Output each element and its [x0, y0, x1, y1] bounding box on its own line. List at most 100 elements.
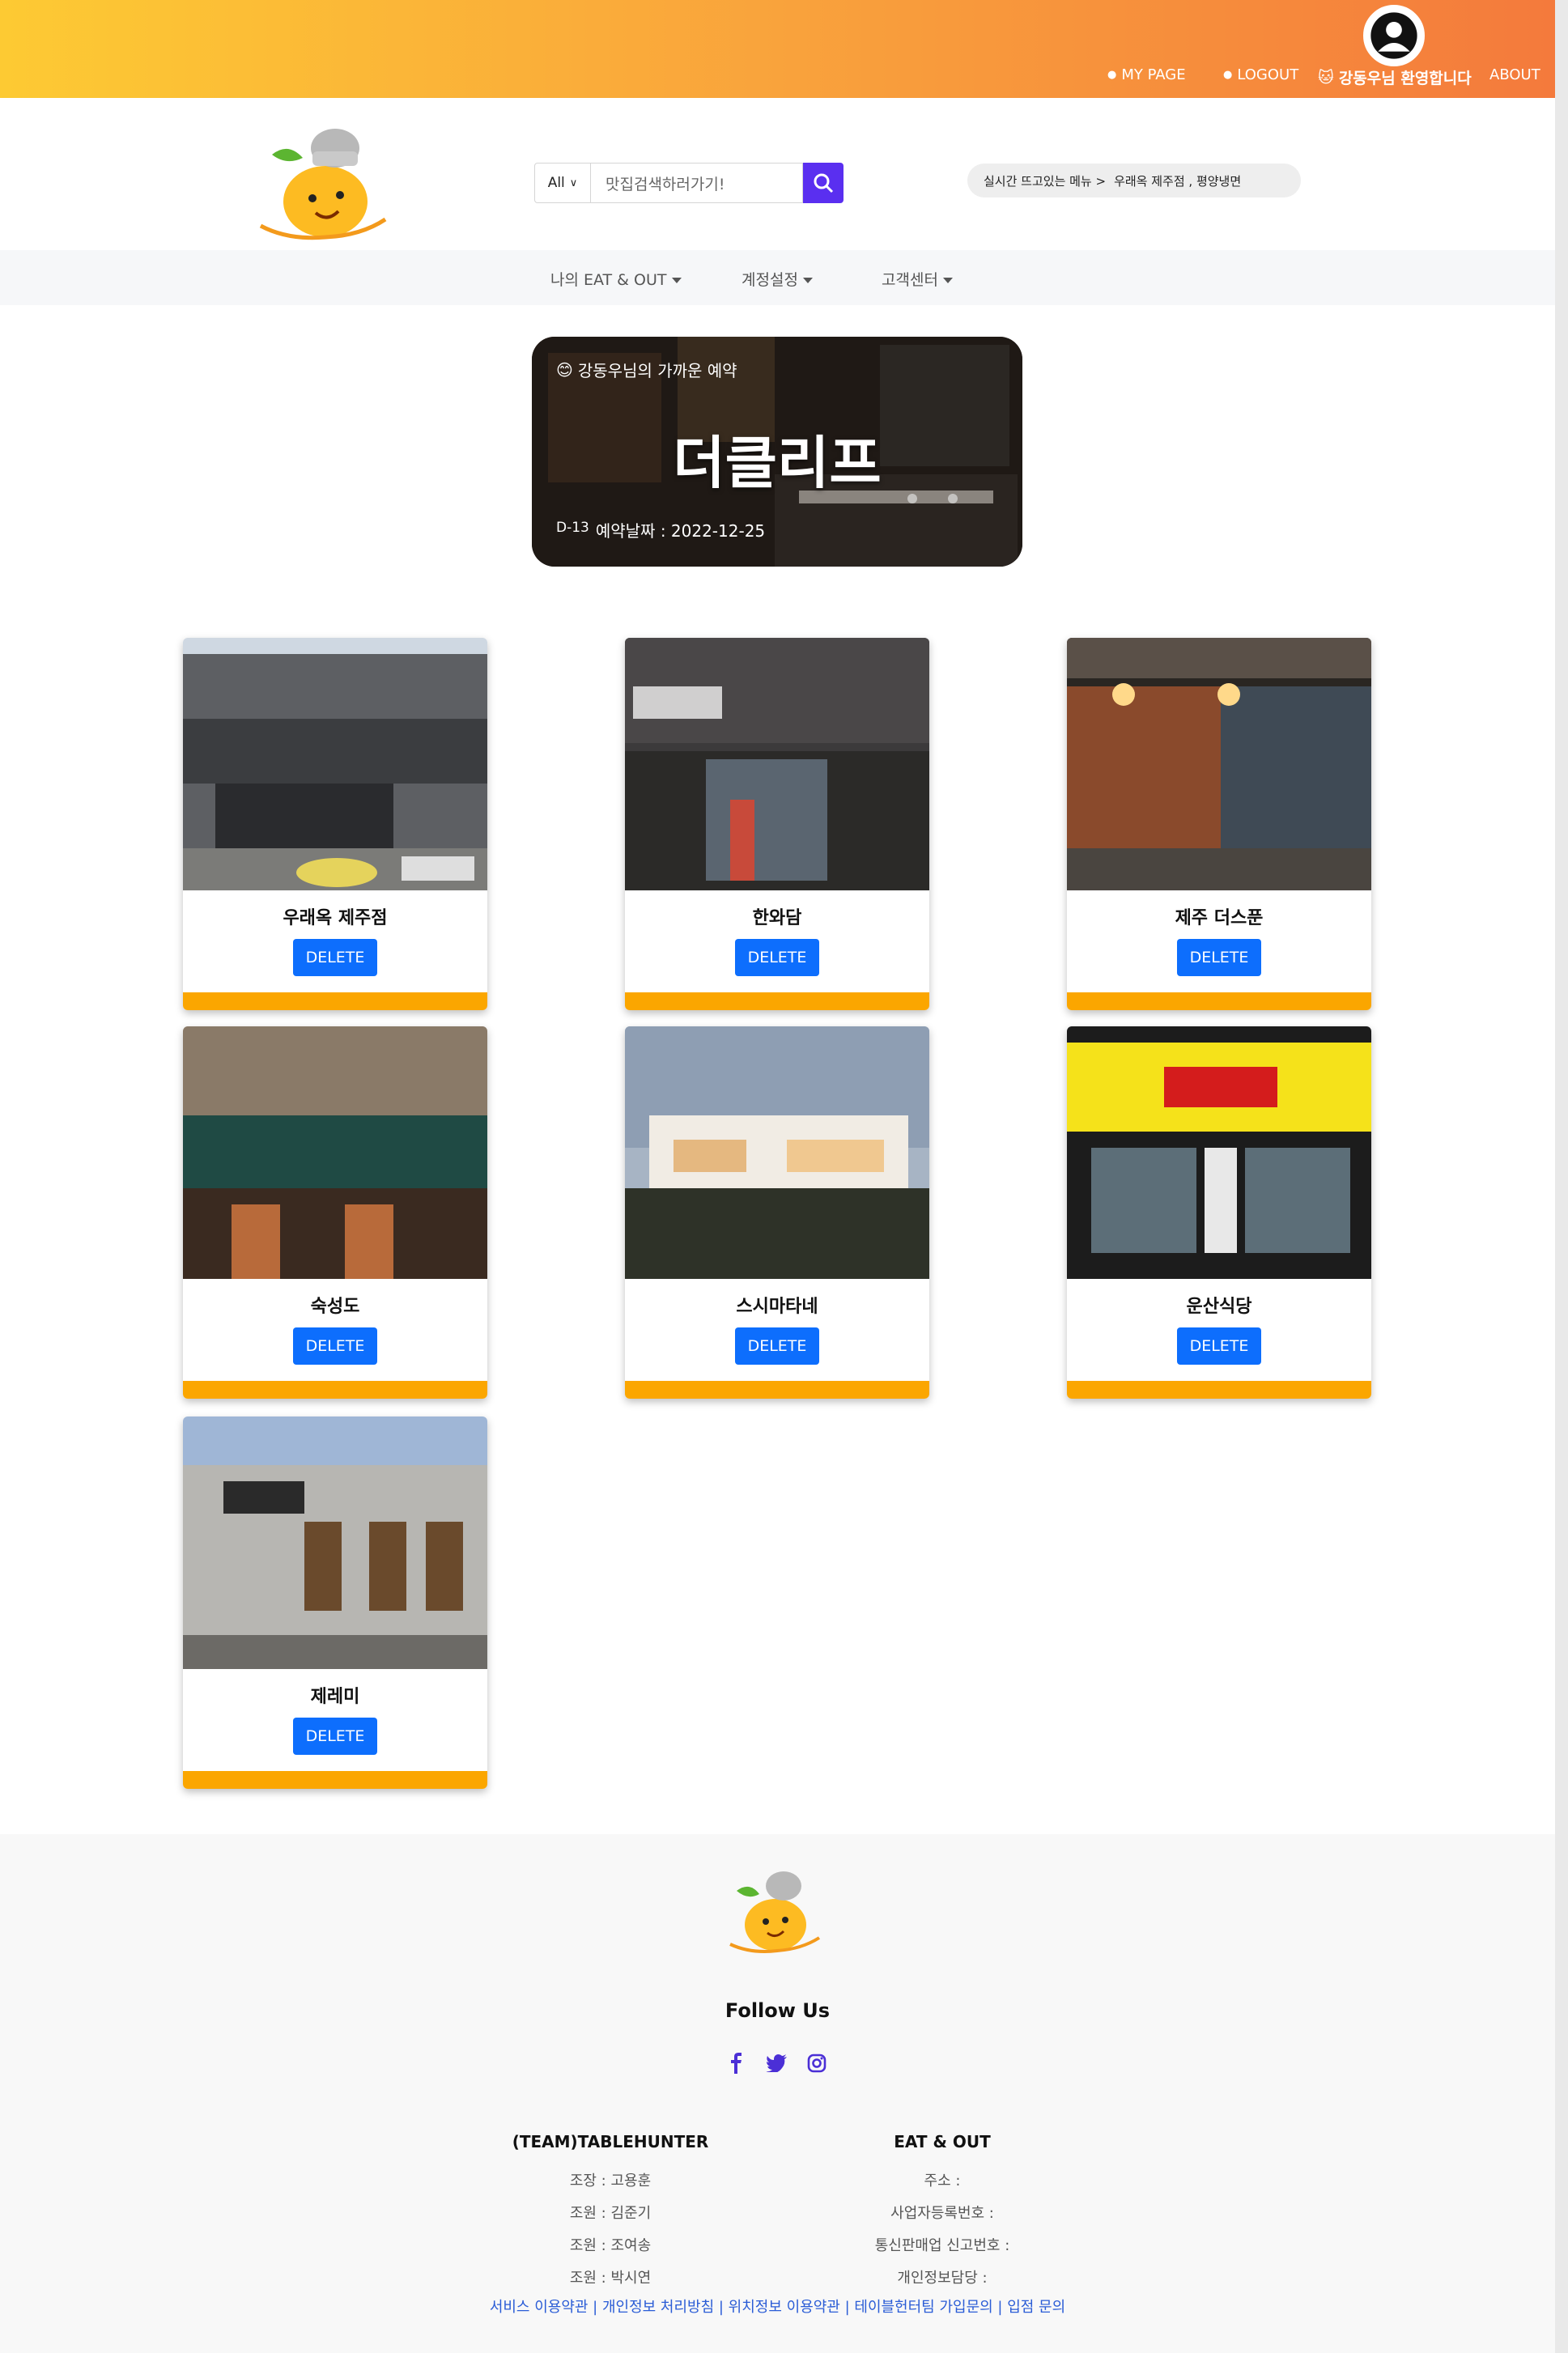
- search-category-select[interactable]: All ∨: [534, 163, 591, 203]
- restaurant-name: 스시마타네: [736, 1297, 818, 1317]
- caret-down-icon: [802, 278, 813, 283]
- delete-button[interactable]: DELETE: [293, 939, 377, 976]
- top-bar: ● MY PAGE ● LOGOUT 🐱 강동우님 환영합니다 ABOUT: [0, 0, 1555, 98]
- page-scrollbar[interactable]: [1555, 0, 1568, 2353]
- restaurant-card: 한와담 DELETE: [625, 638, 929, 1010]
- delete-button[interactable]: DELETE: [735, 939, 819, 976]
- nav-my-eat-and-out[interactable]: 나의 EAT & OUT: [550, 268, 682, 290]
- reservation-date: 예약날짜 : 2022-12-25: [595, 521, 766, 541]
- chevron-down-icon: ∨: [569, 176, 578, 189]
- header: All ∨ 맛집검색하러가기! 실시간 뜨고있는 메뉴 > 우래옥 제주점 , …: [0, 98, 1555, 250]
- footer-logo[interactable]: [727, 1867, 824, 1954]
- welcome-label: 강동우님 환영합니다: [1338, 70, 1472, 87]
- restaurant-card: 스시마타네 DELETE: [625, 1026, 929, 1399]
- delete-button[interactable]: DELETE: [293, 1327, 377, 1365]
- restaurant-card: 숙성도 DELETE: [183, 1026, 487, 1399]
- nav-customer-center-label: 고객센터: [882, 271, 938, 289]
- company-info-line: 주소 :: [924, 2172, 961, 2189]
- restaurant-name: 운산식당: [1186, 1297, 1252, 1317]
- team-member: 조원 : 김준기: [569, 2205, 652, 2222]
- restaurant-card: 제주 더스푼 DELETE: [1067, 638, 1371, 1010]
- realtime-label: 실시간 뜨고있는 메뉴 >: [984, 173, 1107, 189]
- banner-title: 더클리프: [673, 430, 882, 496]
- restaurant-photo: [1067, 638, 1371, 890]
- twitter-icon[interactable]: [766, 2053, 787, 2074]
- company-info-line: 사업자등록번호 :: [890, 2205, 994, 2222]
- team-info-column: (TEAM)TABLEHUNTER 조장 : 고용훈 조원 : 김준기 조원 :…: [489, 2132, 732, 2299]
- user-silhouette-icon: [1366, 8, 1421, 63]
- restaurant-name: 숙성도: [310, 1297, 360, 1317]
- user-avatar[interactable]: [1363, 5, 1425, 66]
- nav-customer-center[interactable]: 고객센터: [882, 268, 953, 290]
- restaurant-name: 한와담: [752, 908, 802, 928]
- restaurant-card: 제레미 DELETE: [183, 1416, 487, 1789]
- orange-mascot-icon: [729, 1871, 821, 1953]
- restaurant-photo: [183, 1416, 487, 1669]
- card-accent-bar: [183, 1381, 487, 1399]
- restaurant-photo: [1067, 1026, 1371, 1279]
- realtime-value: 우래옥 제주점 , 평양냉면: [1114, 173, 1242, 189]
- company-info-line: 통신판매업 신고번호 :: [874, 2237, 1010, 2254]
- delete-button[interactable]: DELETE: [1177, 939, 1261, 976]
- restaurant-card: 운산식당 DELETE: [1067, 1026, 1371, 1399]
- company-info-column: EAT & OUT 주소 : 사업자등록번호 : 통신판매업 신고번호 : 개인…: [821, 2132, 1064, 2299]
- footer-policy-links[interactable]: 서비스 이용약관 | 개인정보 처리방침 | 위치정보 이용약관 | 테이블헌터…: [0, 2296, 1555, 2317]
- banner-subtitle-text: 강동우님의 가까운 예약: [577, 361, 737, 380]
- eat-and-out-logo[interactable]: [256, 119, 393, 240]
- search-bar: All ∨ 맛집검색하러가기!: [534, 163, 843, 205]
- orange-mascot-icon: [259, 129, 387, 240]
- cat-emoji-icon: 🐱: [1318, 68, 1334, 87]
- sub-navigation: 나의 EAT & OUT 계정설정 고객센터: [0, 250, 1555, 305]
- about-link[interactable]: ABOUT: [1489, 66, 1540, 83]
- my-page-link[interactable]: ● MY PAGE: [1107, 66, 1186, 83]
- team-title: (TEAM)TABLEHUNTER: [512, 2132, 709, 2151]
- about-label: ABOUT: [1489, 66, 1540, 83]
- facebook-icon[interactable]: [725, 2053, 746, 2074]
- card-accent-bar: [625, 1381, 929, 1399]
- restaurant-photo: [183, 638, 487, 890]
- search-category-value: All: [547, 175, 565, 191]
- delete-button[interactable]: DELETE: [293, 1718, 377, 1755]
- nav-my-eat-and-out-label: 나의 EAT & OUT: [550, 271, 667, 289]
- restaurant-name: 우래옥 제주점: [283, 908, 388, 928]
- caret-down-icon: [942, 278, 953, 283]
- instagram-icon[interactable]: [806, 2053, 827, 2074]
- restaurant-card: 우래옥 제주점 DELETE: [183, 638, 487, 1010]
- social-links: [725, 2053, 827, 2074]
- realtime-trending[interactable]: 실시간 뜨고있는 메뉴 > 우래옥 제주점 , 평양냉면: [967, 164, 1301, 197]
- banner-reservation-info: D-13 예약날짜 : 2022-12-25: [556, 518, 765, 542]
- delete-button[interactable]: DELETE: [735, 1327, 819, 1365]
- search-placeholder: 맛집검색하러가기!: [606, 175, 725, 193]
- search-icon: [814, 173, 834, 193]
- card-accent-bar: [1067, 992, 1371, 1010]
- team-member: 조장 : 고용훈: [569, 2172, 652, 2189]
- company-info-line: 개인정보담당 :: [897, 2270, 988, 2287]
- search-button[interactable]: [803, 163, 843, 203]
- person-icon: ●: [1107, 69, 1117, 81]
- logout-label: LOGOUT: [1237, 66, 1299, 83]
- team-member: 조원 : 조여송: [569, 2237, 652, 2254]
- restaurant-photo: [625, 1026, 929, 1279]
- nav-account-settings-label: 계정설정: [742, 271, 798, 289]
- restaurant-photo: [183, 1026, 487, 1279]
- restaurant-name: 제주 더스푼: [1175, 908, 1264, 928]
- card-accent-bar: [625, 992, 929, 1010]
- person-icon: ●: [1223, 69, 1233, 81]
- restaurant-name: 제레미: [310, 1687, 360, 1707]
- company-title: EAT & OUT: [894, 2132, 991, 2151]
- dday-badge: D-13: [556, 520, 589, 536]
- footer: Follow Us (TEAM)TABLEHUNTER 조장 : 고용훈 조원 …: [0, 1834, 1555, 2353]
- follow-us-heading: Follow Us: [725, 1999, 831, 2022]
- search-input[interactable]: 맛집검색하러가기!: [591, 163, 803, 203]
- smile-emoji-icon: 😊: [556, 359, 573, 380]
- my-page-label: MY PAGE: [1121, 66, 1186, 83]
- card-accent-bar: [1067, 1381, 1371, 1399]
- logout-link[interactable]: ● LOGOUT: [1223, 66, 1298, 83]
- nav-account-settings[interactable]: 계정설정: [742, 268, 813, 290]
- welcome-message: 🐱 강동우님 환영합니다: [1318, 66, 1472, 88]
- restaurant-photo: [625, 638, 929, 890]
- reservation-banner[interactable]: 😊 강동우님의 가까운 예약 더클리프 D-13 예약날짜 : 2022-12-…: [532, 337, 1022, 567]
- team-member: 조원 : 박시연: [569, 2270, 652, 2287]
- caret-down-icon: [671, 278, 682, 283]
- delete-button[interactable]: DELETE: [1177, 1327, 1261, 1365]
